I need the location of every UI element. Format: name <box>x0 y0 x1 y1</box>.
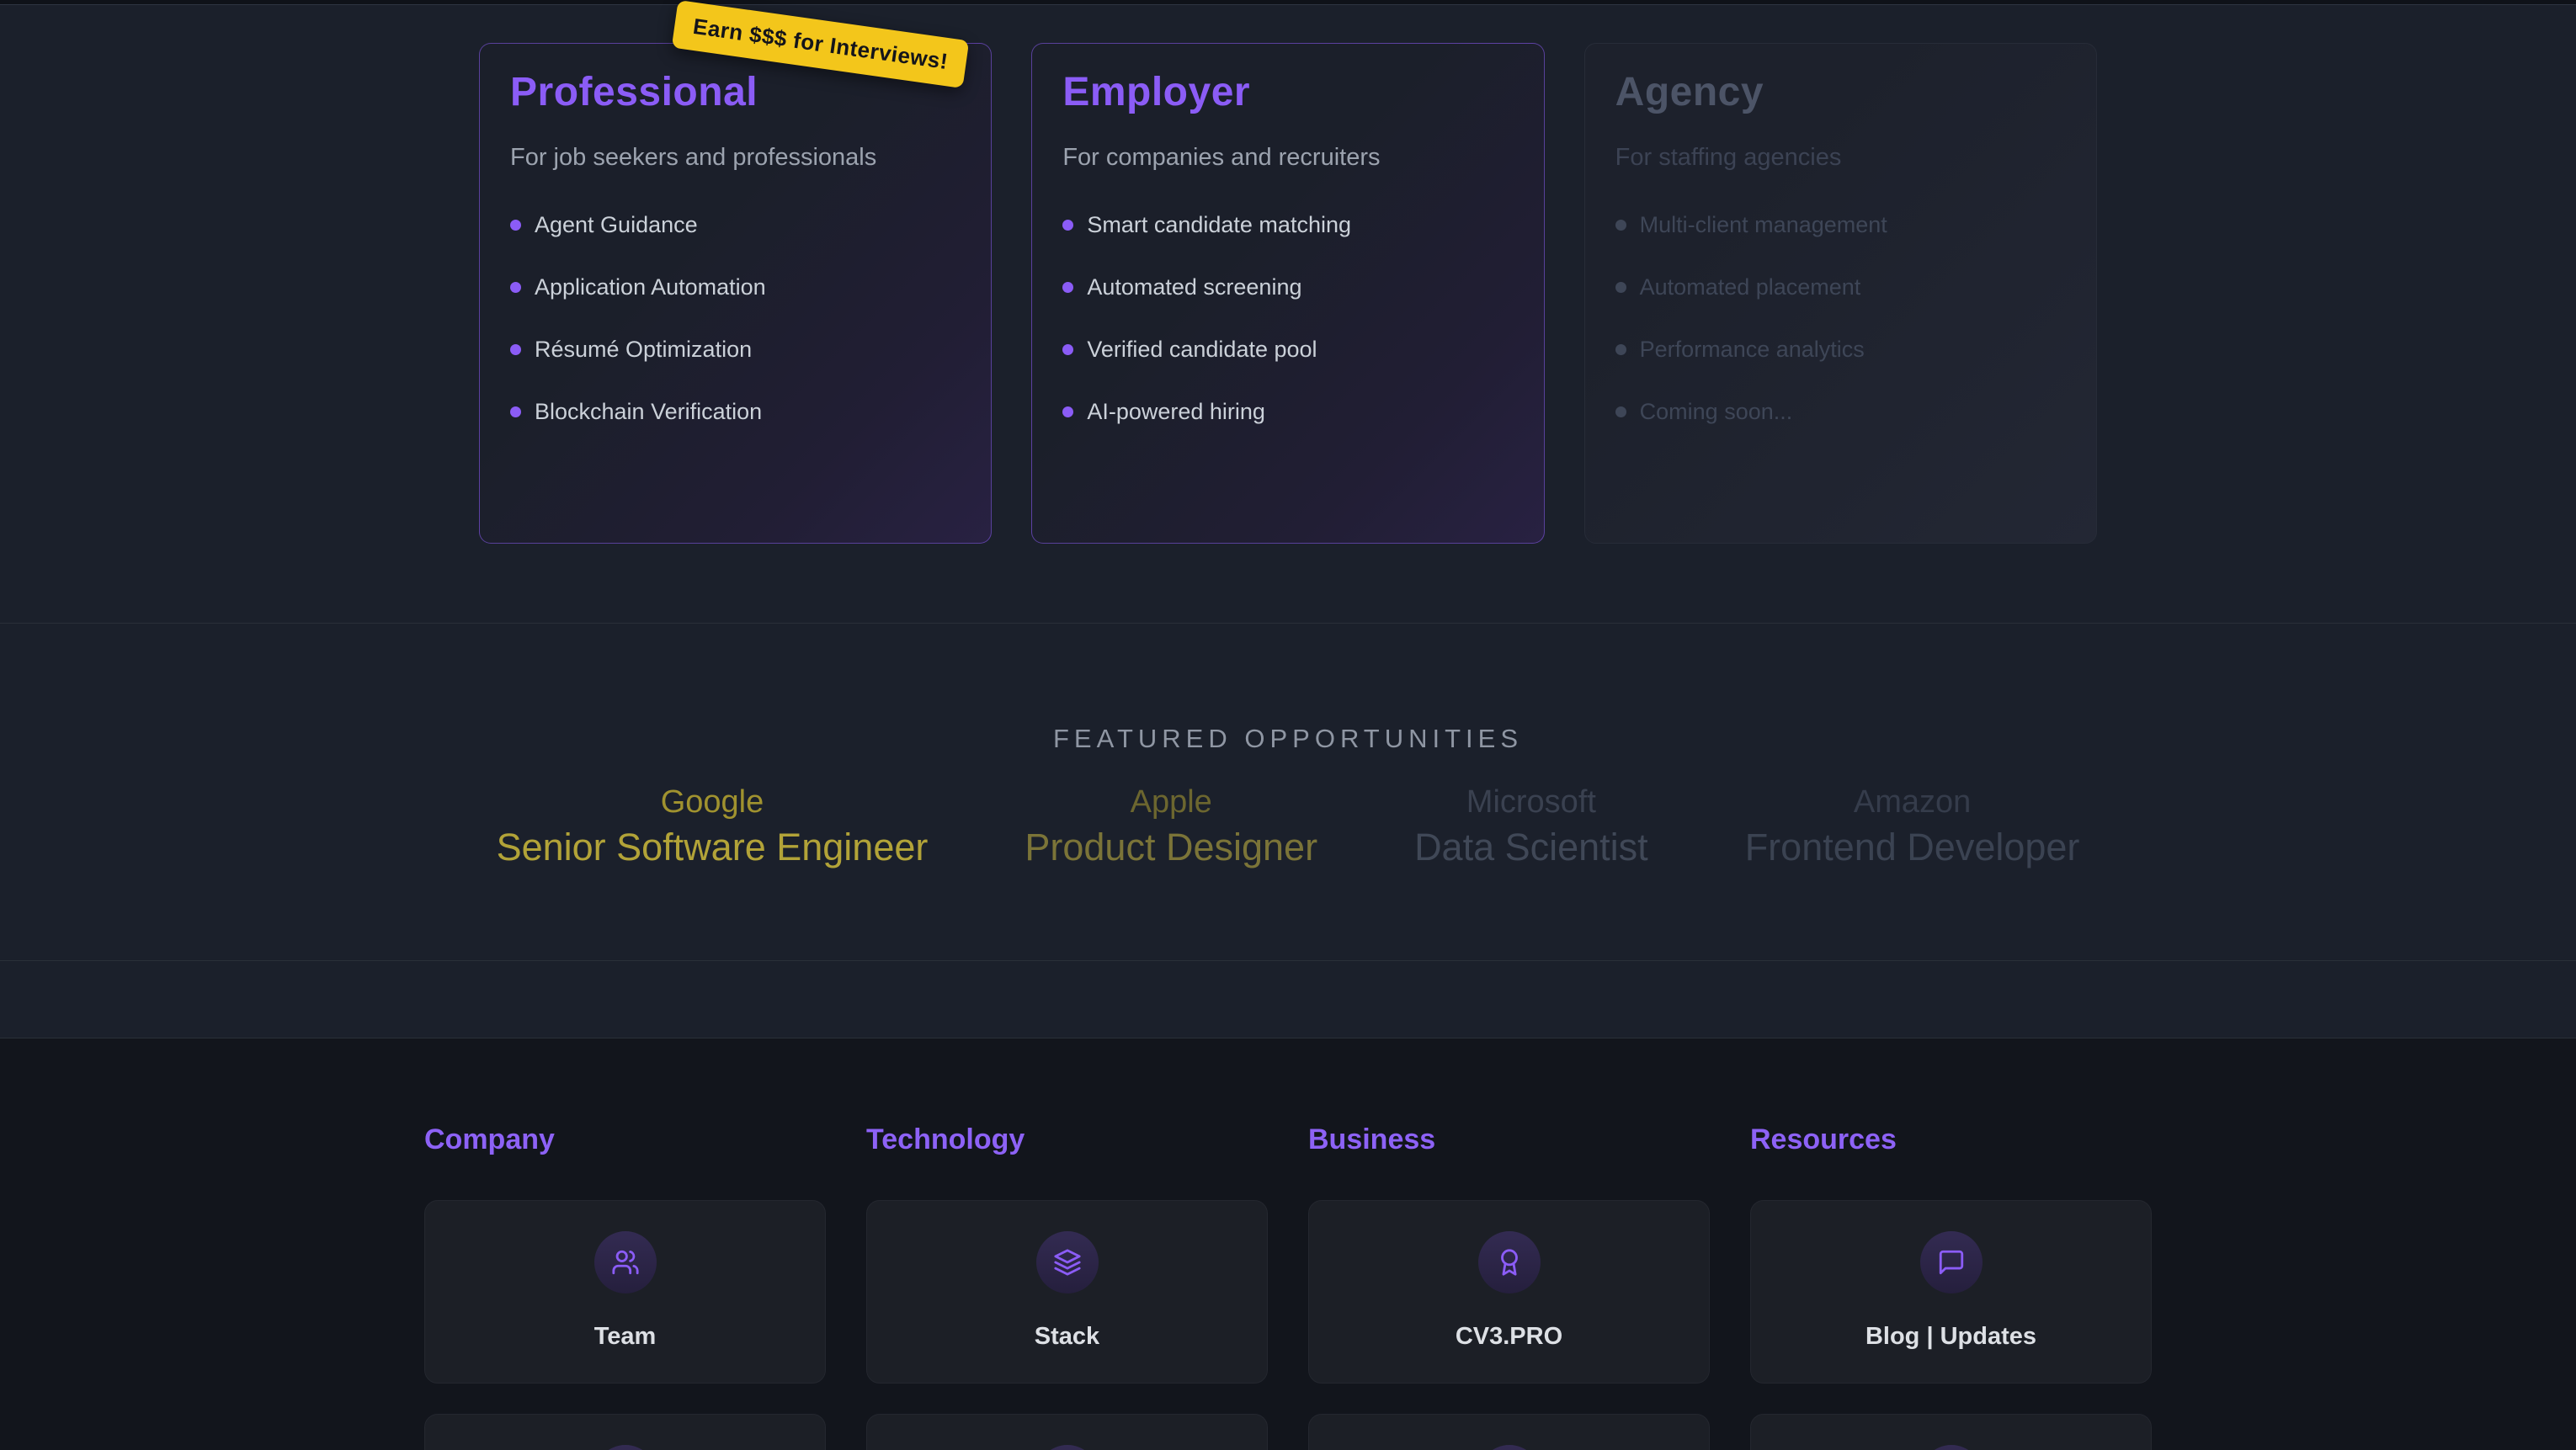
footer-card-team[interactable]: Team <box>424 1200 826 1384</box>
plan-feature-label: Blockchain Verification <box>535 397 762 426</box>
footer-card-blog[interactable]: Blog | Updates <box>1750 1200 2152 1384</box>
plan-description: For job seekers and professionals <box>510 143 961 172</box>
empty-section-band <box>0 960 2576 1038</box>
bullet-dot-icon <box>510 282 521 293</box>
footer-grid: Company Team Technology <box>424 1123 2152 1450</box>
plan-description: For companies and recruiters <box>1062 143 1513 172</box>
icon-chip <box>1920 1445 1983 1450</box>
plan-feature: Blockchain Verification <box>510 397 961 426</box>
bullet-dot-icon <box>1062 344 1073 355</box>
footer-column-technology: Technology Stack <box>866 1123 1268 1450</box>
plan-feature-list: Smart candidate matching Automated scree… <box>1062 210 1513 426</box>
bullet-dot-icon <box>1615 220 1626 231</box>
plan-feature: Multi-client management <box>1615 210 2066 239</box>
plan-feature-list: Multi-client management Automated placem… <box>1615 210 2066 426</box>
plan-card-employer[interactable]: Employer For companies and recruiters Sm… <box>1031 43 1544 544</box>
footer-card-label: Blog | Updates <box>1865 1322 2036 1351</box>
bullet-dot-icon <box>1062 220 1073 231</box>
footer-card-partial[interactable] <box>866 1414 1268 1450</box>
footer-heading: Business <box>1308 1123 1710 1156</box>
plan-feature-label: Agent Guidance <box>535 210 698 239</box>
plan-feature-label: Application Automation <box>535 273 766 301</box>
plan-feature: Automated placement <box>1615 273 2066 301</box>
featured-opportunity-microsoft[interactable]: Microsoft Data Scientist <box>1414 783 1648 869</box>
plan-feature-label: Verified candidate pool <box>1087 335 1317 364</box>
icon-chip <box>1478 1445 1541 1450</box>
plan-feature-label: Performance analytics <box>1640 335 1865 364</box>
plan-feature: Coming soon... <box>1615 397 2066 426</box>
plan-card-professional[interactable]: Earn $$$ for Interviews! Professional Fo… <box>479 43 992 544</box>
role-name: Product Designer <box>1025 826 1317 869</box>
plan-title: Agency <box>1615 69 2066 116</box>
plan-feature-label: AI-powered hiring <box>1087 397 1265 426</box>
plan-feature-label: Smart candidate matching <box>1087 210 1351 239</box>
footer-column-business: Business CV3.PRO <box>1308 1123 1710 1450</box>
plan-feature: Résumé Optimization <box>510 335 961 364</box>
bullet-dot-icon <box>1615 344 1626 355</box>
company-name: Microsoft <box>1414 783 1648 821</box>
icon-chip <box>1036 1231 1099 1293</box>
featured-heading: FEATURED OPPORTUNITIES <box>0 722 2576 755</box>
footer-card-cv3pro[interactable]: CV3.PRO <box>1308 1200 1710 1384</box>
icon-chip <box>1920 1231 1983 1293</box>
footer-card-label: CV3.PRO <box>1456 1322 1562 1351</box>
footer-heading: Technology <box>866 1123 1268 1156</box>
plans-grid: Earn $$$ for Interviews! Professional Fo… <box>479 43 2097 544</box>
footer-card-label: Team <box>594 1322 657 1351</box>
plan-feature: Application Automation <box>510 273 961 301</box>
icon-chip <box>594 1231 657 1293</box>
featured-carousel: Google Senior Software Engineer Apple Pr… <box>0 783 2576 869</box>
site-footer: Company Team Technology <box>0 1038 2576 1450</box>
plan-feature-label: Multi-client management <box>1640 210 1887 239</box>
bullet-dot-icon <box>510 344 521 355</box>
featured-opportunity-apple[interactable]: Apple Product Designer <box>1025 783 1317 869</box>
footer-heading: Resources <box>1750 1123 2152 1156</box>
bullet-dot-icon <box>510 406 521 417</box>
footer-card-partial[interactable] <box>424 1414 826 1450</box>
users-icon <box>611 1248 640 1277</box>
footer-column-resources: Resources Blog | Updates <box>1750 1123 2152 1450</box>
plan-feature-label: Automated placement <box>1640 273 1861 301</box>
company-name: Apple <box>1025 783 1317 821</box>
bullet-dot-icon <box>1615 406 1626 417</box>
plan-feature: AI-powered hiring <box>1062 397 1513 426</box>
layers-icon <box>1053 1248 1082 1277</box>
footer-card-partial[interactable] <box>1308 1414 1710 1450</box>
featured-opportunities-section: FEATURED OPPORTUNITIES Google Senior Sof… <box>0 623 2576 960</box>
footer-card-stack[interactable]: Stack <box>866 1200 1268 1384</box>
plan-description: For staffing agencies <box>1615 143 2066 172</box>
icon-chip <box>594 1445 657 1450</box>
company-name: Google <box>497 783 929 821</box>
plan-feature: Agent Guidance <box>510 210 961 239</box>
role-name: Frontend Developer <box>1745 826 2080 869</box>
bullet-dot-icon <box>1062 282 1073 293</box>
plan-feature-label: Automated screening <box>1087 273 1301 301</box>
footer-card-label: Stack <box>1035 1322 1099 1351</box>
role-name: Data Scientist <box>1414 826 1648 869</box>
award-icon <box>1495 1248 1524 1277</box>
plan-feature-label: Coming soon... <box>1640 397 1793 426</box>
bullet-dot-icon <box>1615 282 1626 293</box>
footer-card-partial[interactable] <box>1750 1414 2152 1450</box>
company-name: Amazon <box>1745 783 2080 821</box>
plans-section: Earn $$$ for Interviews! Professional Fo… <box>0 5 2576 623</box>
icon-chip <box>1036 1445 1099 1450</box>
footer-heading: Company <box>424 1123 826 1156</box>
plan-card-agency: Agency For staffing agencies Multi-clien… <box>1584 43 2097 544</box>
bullet-dot-icon <box>1062 406 1073 417</box>
plan-feature: Verified candidate pool <box>1062 335 1513 364</box>
plan-feature-label: Résumé Optimization <box>535 335 752 364</box>
plan-title: Employer <box>1062 69 1513 116</box>
plan-feature: Performance analytics <box>1615 335 2066 364</box>
footer-column-company: Company Team <box>424 1123 826 1450</box>
icon-chip <box>1478 1231 1541 1293</box>
plan-feature: Automated screening <box>1062 273 1513 301</box>
role-name: Senior Software Engineer <box>497 826 929 869</box>
plan-feature-list: Agent Guidance Application Automation Ré… <box>510 210 961 426</box>
featured-opportunity-google[interactable]: Google Senior Software Engineer <box>497 783 929 869</box>
message-icon <box>1937 1248 1966 1277</box>
plan-feature: Smart candidate matching <box>1062 210 1513 239</box>
bullet-dot-icon <box>510 220 521 231</box>
featured-opportunity-amazon[interactable]: Amazon Frontend Developer <box>1745 783 2080 869</box>
